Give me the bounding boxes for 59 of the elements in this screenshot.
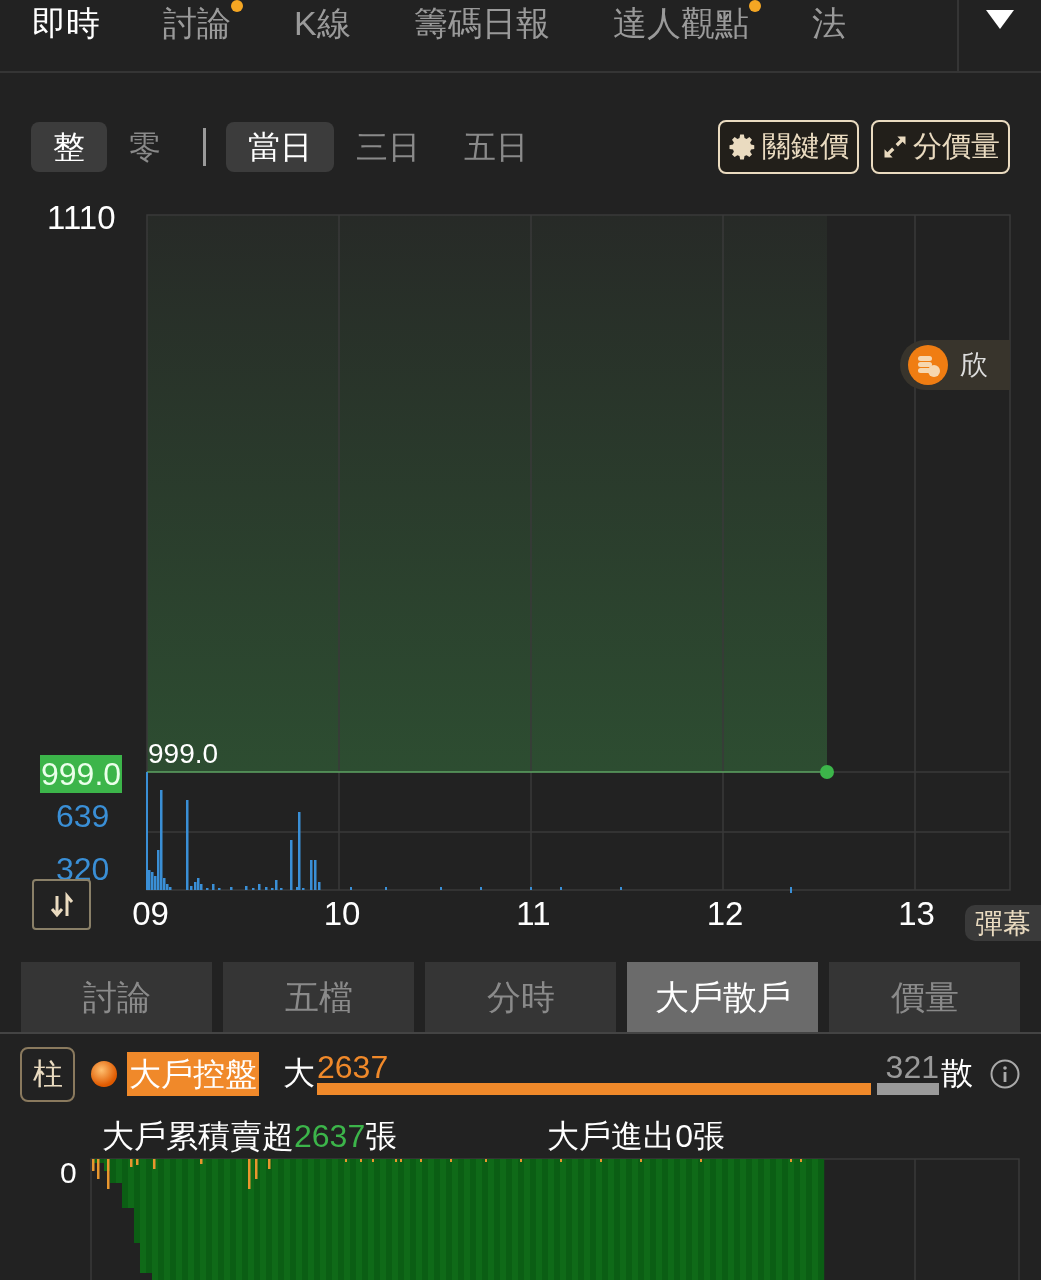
last-price-dot [820,765,834,779]
side-label: 大 [283,1054,315,1093]
net-bar [92,1159,95,1171]
net-bar [248,1159,251,1189]
axis-label: 1110 [47,199,116,237]
bar-mode-button[interactable]: 柱 [20,1046,75,1102]
unread-dot [748,0,761,12]
top-tab[interactable]: K線 [294,0,363,52]
info-icon[interactable] [989,1058,1021,1090]
segment-tab[interactable]: 整 [31,122,107,172]
side-label: 散 [941,1054,973,1093]
period-tab[interactable]: 五日 [442,122,550,172]
flow-text: 大戶進出0張 [547,1117,725,1156]
net-bar [107,1159,110,1189]
period-tab[interactable]: 當日 [226,122,334,172]
period-tab[interactable]: 三日 [334,122,442,172]
top-tab[interactable]: 達人觀點 [612,0,761,52]
time-axis-label: 12 [705,895,745,933]
indicator-title: 大戶控盤 [127,1052,259,1096]
top-tab[interactable]: 法 [811,0,858,52]
top-tab[interactable]: 討論 [163,0,243,52]
volume-bar [258,884,261,890]
coins-icon [908,345,948,385]
stock-chip[interactable]: 欣 [900,340,1010,390]
danmaku-button[interactable]: 彈幕 [965,905,1041,941]
time-axis-label: 11 [515,895,552,933]
top-tab[interactable]: 即時 [32,0,112,52]
segment-tab[interactable]: 零 [107,122,183,172]
tool-button[interactable]: 分價量 [871,120,1010,174]
ball-icon [89,1059,119,1089]
time-axis-label: 10 [322,895,362,933]
net-bar [136,1159,139,1165]
volume-bar [290,840,293,890]
caret-icon [985,8,1015,30]
unread-dot [231,0,243,12]
time-axis-label: 13 [897,895,936,933]
section-tab[interactable]: 大戶散戶 [627,962,818,1032]
time-axis-label: 09 [131,895,170,933]
axis-label: 0 [60,1156,78,1190]
swap-button[interactable] [32,879,91,930]
net-bar [255,1159,258,1179]
net-bar [97,1159,100,1179]
tool-button[interactable]: 關鍵價 [718,120,859,174]
section-tab[interactable]: 分時 [425,962,616,1032]
volume-bar [265,887,268,890]
big-value: 2637 [317,1051,389,1083]
price-label: 999.0 [148,738,219,770]
volume-axis-label: 639 [56,799,110,833]
section-tab[interactable]: 價量 [829,962,1020,1032]
top-tab[interactable]: 籌碼日報 [413,0,562,52]
section-tab[interactable]: 討論 [21,962,212,1032]
volume-bar [212,884,215,890]
small-value: 321 [885,1051,939,1083]
volume-bar [245,886,248,890]
section-tab[interactable]: 五檔 [223,962,414,1032]
volume-axis-label: 320 [56,852,110,886]
volume-bar [230,887,233,890]
summary-text: 大戶累積賣超2637張 [102,1117,398,1156]
price-tag: 999.0 [40,755,123,793]
